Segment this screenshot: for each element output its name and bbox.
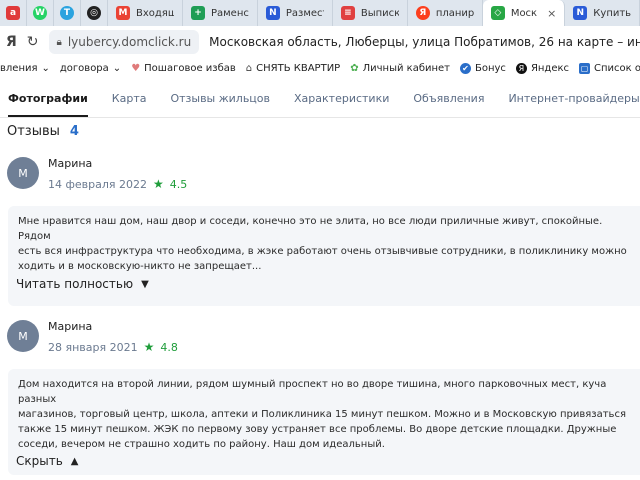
star-icon: ★ bbox=[153, 177, 164, 191]
tab-telegram[interactable]: T bbox=[54, 0, 81, 26]
tab-favicon-icon: a bbox=[6, 6, 20, 20]
bookmark-label: Бонус bbox=[475, 62, 506, 74]
star-icon: ★ bbox=[143, 340, 155, 354]
review-date: 28 января 2021 bbox=[48, 340, 138, 354]
yandex-home-icon[interactable]: Я bbox=[6, 33, 17, 51]
read-more-button[interactable]: Читать полностью ▼ bbox=[16, 277, 149, 291]
yandex-icon: Я bbox=[415, 6, 430, 20]
tab-razmest[interactable]: N Размест bbox=[258, 0, 333, 26]
bookmark-folder-2[interactable]: договора ⌄ bbox=[60, 63, 121, 74]
bookmark-label: договора bbox=[59, 62, 109, 74]
tab-label: планир bbox=[435, 7, 474, 19]
page-title: Московская область, Люберцы, улица Побра… bbox=[209, 35, 640, 49]
collapse-button[interactable]: Скрыть ▲ bbox=[16, 454, 78, 468]
chevron-down-icon: ⌄ bbox=[112, 62, 122, 74]
bookmark-label: вления bbox=[0, 62, 38, 74]
telegram-icon: T bbox=[60, 6, 74, 20]
close-icon[interactable]: × bbox=[547, 7, 556, 20]
bookmark-label: Личный кабинет bbox=[362, 62, 450, 74]
flower-icon: ✿ bbox=[350, 62, 359, 74]
review-body: Дом находится на второй линии, рядом шум… bbox=[8, 369, 640, 475]
review-author: Марина bbox=[48, 320, 93, 333]
tab-characteristics[interactable]: Характеристики bbox=[294, 92, 389, 117]
url-host: lyubercy.domclick.ru bbox=[67, 35, 192, 49]
domclick-icon: ◇ bbox=[490, 6, 505, 20]
bookmark-label: СНЯТЬ КВАРТИР bbox=[256, 62, 341, 74]
tab-label: Размест bbox=[285, 7, 324, 19]
tab-label: Входящ bbox=[136, 7, 174, 19]
review-author: Марина bbox=[48, 157, 93, 170]
bookmark-7[interactable]: Я Яндекс bbox=[515, 62, 570, 74]
review-date: 14 февраля 2022 bbox=[48, 177, 148, 191]
avatar: М bbox=[7, 157, 39, 189]
review-header: М Марина 14 февраля 2022 ★ 4.5 bbox=[7, 157, 407, 197]
toggle-label: Скрыть bbox=[16, 454, 63, 468]
chevron-up-icon: ▲ bbox=[70, 455, 79, 467]
toggle-label: Читать полностью bbox=[16, 277, 134, 291]
tab-label: Купить bbox=[593, 7, 632, 19]
tab-internet-providers[interactable]: Интернет-провайдеры bbox=[508, 92, 639, 117]
review-header: М Марина 28 января 2021 ★ 4.8 bbox=[7, 320, 407, 360]
page-nav: Фотографии Карта Отзывы жильцов Характер… bbox=[0, 80, 640, 118]
tab-vypiska[interactable]: ≡ Выписк bbox=[333, 0, 408, 26]
n-logo-icon: N bbox=[573, 6, 588, 20]
tab-listings[interactable]: Объявления bbox=[413, 92, 484, 117]
review-body: Мне нравится наш дом, наш двор и соседи,… bbox=[8, 206, 640, 306]
reload-icon[interactable]: ↻ bbox=[27, 33, 39, 51]
openai-icon: ◎ bbox=[87, 6, 101, 20]
plus-icon: + bbox=[190, 6, 205, 20]
bookmark-3[interactable]: ♥ Пошаговое избав bbox=[131, 63, 236, 74]
tab-photos[interactable]: Фотографии bbox=[8, 92, 88, 117]
bookmark-label: Пошаговое избав bbox=[144, 62, 236, 74]
document-icon: ≡ bbox=[340, 6, 355, 20]
review-rating: 4.8 bbox=[160, 340, 178, 354]
tab-map[interactable]: Карта bbox=[112, 92, 147, 117]
check-icon: ✔ bbox=[460, 62, 471, 74]
yandex-icon: Я bbox=[515, 62, 527, 74]
n-logo-icon: N bbox=[265, 6, 280, 20]
chevron-down-icon: ⌄ bbox=[41, 62, 50, 74]
lock-icon: 🔒︎ bbox=[56, 36, 62, 48]
url-field[interactable]: 🔒︎ lyubercy.domclick.ru bbox=[48, 30, 200, 54]
reviews-count: 4 bbox=[69, 124, 79, 139]
tab-label: Моск bbox=[510, 7, 538, 19]
tab-1[interactable]: a bbox=[0, 0, 27, 26]
bookmark-8[interactable]: ▢ Список о bbox=[579, 62, 640, 74]
chevron-down-icon: ▼ bbox=[141, 278, 149, 290]
home-icon: ⌂ bbox=[245, 62, 253, 74]
bookmark-folder-1[interactable]: вления ⌄ bbox=[0, 63, 50, 74]
bookmark-label: Яндекс bbox=[530, 62, 570, 74]
avatar: М bbox=[7, 320, 39, 352]
tab-gmail[interactable]: M Входящ bbox=[108, 0, 183, 26]
review-meta: 28 января 2021 ★ 4.8 bbox=[48, 340, 178, 354]
tab-whatsapp[interactable]: W bbox=[27, 0, 54, 26]
tab-label: Раменс bbox=[210, 7, 249, 19]
gmail-icon: M bbox=[116, 6, 130, 20]
review-text: Мне нравится наш дом, наш двор и соседи,… bbox=[18, 216, 627, 272]
tab-moscow-active[interactable]: ◇ Моск × bbox=[482, 0, 566, 26]
bookmarks-bar: вления ⌄ договора ⌄ ♥ Пошаговое избав ⌂ СНЯТ… bbox=[0, 58, 640, 78]
address-bar: Я ↻ 🔒︎ lyubercy.domclick.ru Московская о… bbox=[0, 26, 640, 58]
bookmark-6[interactable]: ✔ Бонус bbox=[460, 62, 506, 74]
bookmark-4[interactable]: ⌂ СНЯТЬ КВАРТИР bbox=[246, 63, 340, 74]
reviews-header: Отзывы 4 bbox=[7, 124, 79, 139]
tab-ramensk[interactable]: + Раменс bbox=[183, 0, 258, 26]
reviews-title: Отзывы bbox=[7, 124, 60, 139]
review-text: Дом находится на второй линии, рядом шум… bbox=[18, 379, 626, 450]
tab-resident-reviews[interactable]: Отзывы жильцов bbox=[170, 92, 270, 117]
bookmark-label: Список о bbox=[594, 62, 640, 74]
tab-kupit[interactable]: N Купить bbox=[565, 0, 640, 26]
tab-planir[interactable]: Япланир bbox=[408, 0, 483, 26]
review-meta: 14 февраля 2022 ★ 4.5 bbox=[48, 177, 187, 191]
checkbox-icon: ▢ bbox=[579, 62, 591, 74]
review-rating: 4.5 bbox=[169, 177, 188, 191]
bookmark-5[interactable]: ✿ Личный кабинет bbox=[350, 63, 450, 74]
whatsapp-icon: W bbox=[33, 6, 47, 20]
tab-label: Выписк bbox=[360, 7, 399, 19]
browser-tab-strip: a W T ◎ M Входящ + Раменс N Размест ≡ Выписк… bbox=[0, 0, 640, 26]
heart-icon: ♥ bbox=[131, 62, 141, 74]
tab-4[interactable]: ◎ bbox=[81, 0, 108, 26]
